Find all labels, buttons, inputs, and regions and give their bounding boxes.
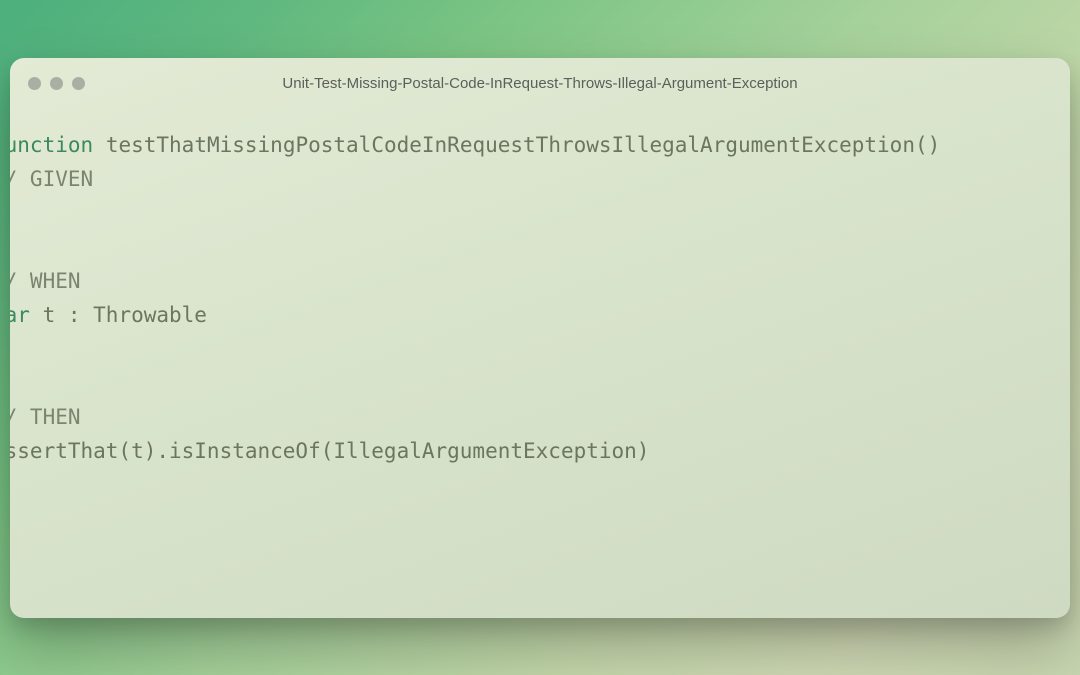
- function-name: testThatMissingPostalCodeInRequestThrows…: [106, 133, 915, 157]
- close-icon[interactable]: [28, 77, 41, 90]
- var-declaration: t : Throwable: [30, 303, 207, 327]
- maximize-icon[interactable]: [72, 77, 85, 90]
- traffic-lights: [28, 77, 85, 90]
- comment-then: // THEN: [10, 405, 81, 429]
- keyword-var: var: [10, 303, 30, 327]
- keyword-function: function: [10, 133, 93, 157]
- parens: (): [915, 133, 940, 157]
- comment-when: // WHEN: [10, 269, 81, 293]
- code-area: function testThatMissingPostalCodeInRequ…: [10, 110, 1070, 502]
- window-title: Unit-Test-Missing-Postal-Code-InRequest-…: [28, 75, 1052, 92]
- titlebar: Unit-Test-Missing-Postal-Code-InRequest-…: [10, 58, 1070, 110]
- code-window: Unit-Test-Missing-Postal-Code-InRequest-…: [10, 58, 1070, 618]
- assert-line: assertThat(t).isInstanceOf(IllegalArgume…: [10, 439, 649, 463]
- minimize-icon[interactable]: [50, 77, 63, 90]
- comment-given: // GIVEN: [10, 167, 93, 191]
